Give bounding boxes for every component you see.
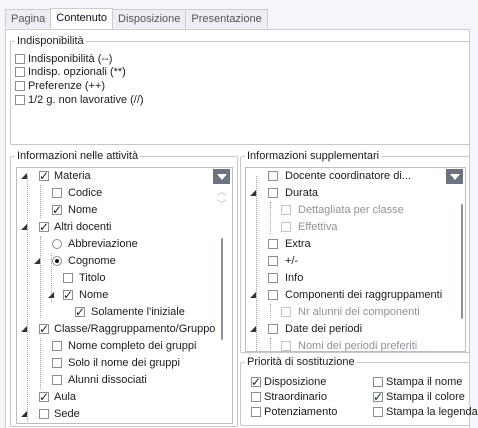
priorita-stampa-nome[interactable]: Stampa il nome <box>373 374 462 390</box>
priorita-title: Priorità di sostituzione <box>247 356 355 368</box>
cognome-radio[interactable] <box>52 256 62 266</box>
tab-presentazione[interactable]: Presentazione <box>185 9 268 28</box>
codice-checkbox[interactable] <box>52 188 62 198</box>
altri-docenti-checkbox[interactable] <box>39 219 49 236</box>
info-supplementari-title: Informazioni supplementari <box>247 150 380 162</box>
nome-docente-checkbox[interactable] <box>63 287 73 304</box>
nome-materia-checkbox[interactable] <box>52 202 62 219</box>
sede-checkbox[interactable] <box>39 409 49 419</box>
stampa-legenda-checkbox[interactable] <box>373 407 383 418</box>
potenziamento-checkbox[interactable] <box>251 407 261 418</box>
info-checkbox[interactable] <box>268 273 278 283</box>
indisp-item-4[interactable]: 1/2 g. non lavorative (//) <box>15 92 144 108</box>
priorita-stampa-legenda[interactable]: Stampa la legenda <box>373 404 478 420</box>
info-attivita-tree[interactable]: ◢ Materia Codice Nome ◢ Altri docenti Ab… <box>16 167 233 424</box>
priorita-potenziamento[interactable]: Potenziamento <box>251 404 337 420</box>
abbreviazione-radio[interactable] <box>52 239 62 249</box>
docente-coordinatore-checkbox[interactable] <box>268 171 278 181</box>
dettagliata-checkbox[interactable] <box>281 205 291 215</box>
tree-connector <box>40 185 41 218</box>
expand-arrow-icon[interactable]: ◢ <box>21 325 29 333</box>
nomi-periodi-checkbox[interactable] <box>281 341 291 351</box>
alunni-dissociati-checkbox[interactable] <box>52 375 62 385</box>
tree-connector <box>40 338 41 389</box>
nome-completo-gruppi-checkbox[interactable] <box>52 341 62 351</box>
solamente-iniziale-checkbox[interactable] <box>75 304 85 321</box>
straordinario-checkbox[interactable] <box>251 392 261 403</box>
info-supplementari-tree[interactable]: Docente coordinatore di... ◢ Durata Dett… <box>245 167 466 352</box>
tree-connector <box>270 202 271 234</box>
tab-pagina[interactable]: Pagina <box>5 9 52 28</box>
expand-arrow-icon[interactable]: ◢ <box>21 410 29 418</box>
priorita-disposizione[interactable]: Disposizione <box>251 374 326 390</box>
scroll-down-icon[interactable]: ﹀ <box>213 200 230 212</box>
priorita-stampa-colore[interactable]: Stampa il colore <box>373 389 465 405</box>
priorita-straordinario[interactable]: Straordinario <box>251 389 327 405</box>
expand-arrow-icon[interactable]: ◢ <box>21 172 29 180</box>
info-attivita-title: Informazioni nelle attività <box>17 150 139 162</box>
scroll-up-icon[interactable]: ︿ <box>213 187 230 199</box>
extra-checkbox[interactable] <box>268 239 278 249</box>
indisp-group-title: Indisponibilità <box>17 35 84 47</box>
titolo-checkbox[interactable] <box>63 273 73 283</box>
indisp-checkbox-1[interactable] <box>15 54 25 65</box>
nr-alunni-checkbox[interactable] <box>281 307 291 317</box>
tree-connector <box>27 176 28 421</box>
classe-checkbox[interactable] <box>39 321 49 338</box>
expand-arrow-icon[interactable]: ◢ <box>250 325 258 333</box>
componenti-checkbox[interactable] <box>268 290 278 300</box>
aula-checkbox[interactable] <box>39 389 49 406</box>
tab-contenuto[interactable]: Contenuto <box>50 8 114 29</box>
tab-disposizione[interactable]: Disposizione <box>112 9 187 28</box>
tree-connector <box>270 338 271 351</box>
disposizione-checkbox[interactable] <box>251 374 261 390</box>
stampa-colore-checkbox[interactable] <box>373 389 383 405</box>
tab-bar: Pagina Contenuto Disposizione Presentazi… <box>5 8 268 29</box>
stampa-nome-checkbox[interactable] <box>373 377 383 388</box>
durata-checkbox[interactable] <box>268 188 278 198</box>
scroll-dropdown-button[interactable] <box>446 169 463 184</box>
expand-arrow-icon[interactable]: ◢ <box>21 223 29 231</box>
effettiva-checkbox[interactable] <box>281 222 291 232</box>
indisp-checkbox-4[interactable] <box>15 95 25 106</box>
expand-arrow-icon[interactable]: ◢ <box>34 257 42 265</box>
expand-arrow-icon[interactable]: ◢ <box>48 291 56 299</box>
tree-connector <box>40 236 41 318</box>
expand-arrow-icon[interactable]: ◢ <box>250 291 258 299</box>
scrollbar-thumb[interactable] <box>221 238 223 340</box>
plus-minus-checkbox[interactable] <box>268 256 278 266</box>
tree-connector <box>270 304 271 318</box>
expand-arrow-icon[interactable]: ◢ <box>250 189 258 197</box>
solo-nome-gruppi-checkbox[interactable] <box>52 358 62 368</box>
indisp-checkbox-2[interactable] <box>15 67 25 78</box>
scrollbar-thumb[interactable] <box>461 204 463 319</box>
date-periodi-checkbox[interactable] <box>268 324 278 334</box>
scroll-dropdown-button[interactable] <box>213 169 230 184</box>
tab-divider <box>5 29 470 30</box>
indisp-checkbox-3[interactable] <box>15 81 25 92</box>
materia-checkbox[interactable] <box>39 168 49 185</box>
